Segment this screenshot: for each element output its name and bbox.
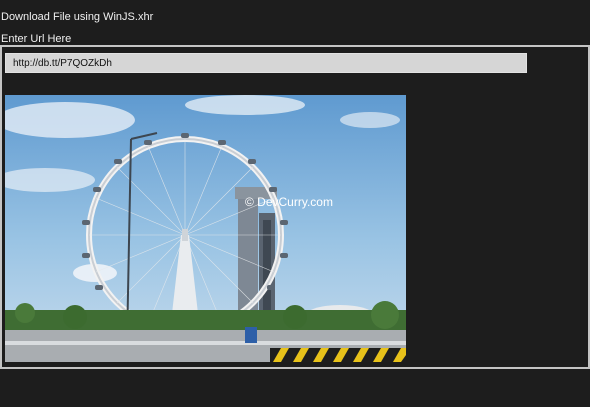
ferris-wheel-photo: © DevCurry.com xyxy=(5,95,406,362)
downloaded-image: © DevCurry.com xyxy=(5,95,406,362)
url-input[interactable] xyxy=(5,53,527,73)
url-label: Enter Url Here xyxy=(1,33,72,45)
watermark-text: © DevCurry.com xyxy=(245,195,333,209)
content-panel: © DevCurry.com xyxy=(0,45,590,369)
page-title: Download File using WinJS.xhr xyxy=(1,11,154,23)
